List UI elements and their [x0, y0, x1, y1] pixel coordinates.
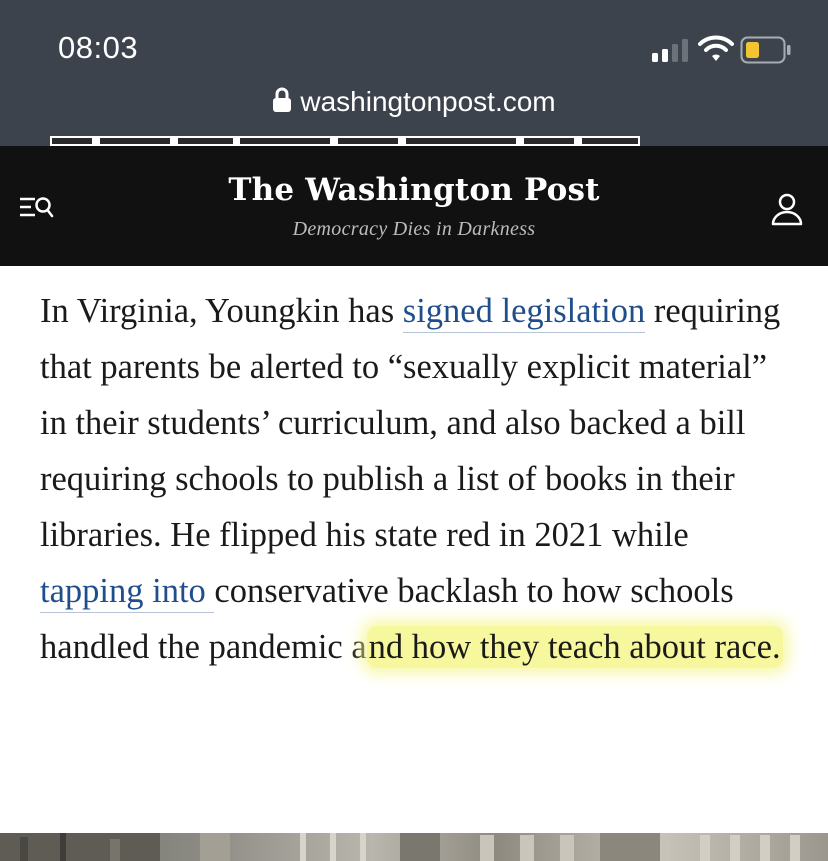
user-profile-icon[interactable]: [770, 192, 804, 226]
status-time: 08:03: [58, 30, 139, 65]
url-text: washingtonpost.com: [300, 86, 556, 117]
browser-chrome: 08:03 washingtonpost.com: [0, 0, 828, 146]
photo-detail: [0, 833, 800, 861]
wifi-icon: [698, 35, 734, 61]
text-segment: In Virginia, Youngkin has: [40, 292, 403, 330]
masthead-logo[interactable]: The Washington Post: [0, 172, 828, 208]
masthead-tagline: Democracy Dies in Darkness: [292, 218, 536, 240]
battery-low-icon: [740, 36, 791, 64]
address-bar[interactable]: washingtonpost.com: [0, 86, 828, 126]
scrolled-content-peek: [50, 136, 640, 146]
article-body: In Virginia, Youngkin has signed legisla…: [40, 283, 800, 675]
lock-icon: [273, 87, 292, 112]
article-paragraph: In Virginia, Youngkin has signed legisla…: [40, 283, 800, 675]
signed-legislation-link[interactable]: signed legislation: [402, 292, 646, 333]
article-photo: [0, 833, 828, 861]
tapping-into-link[interactable]: tapping into: [40, 572, 215, 613]
highlighted-text: nd how they teach about race.: [366, 626, 783, 668]
site-header: The Washington Post Democracy Dies in Da…: [0, 146, 828, 266]
cellular-signal-icon: [652, 38, 692, 62]
